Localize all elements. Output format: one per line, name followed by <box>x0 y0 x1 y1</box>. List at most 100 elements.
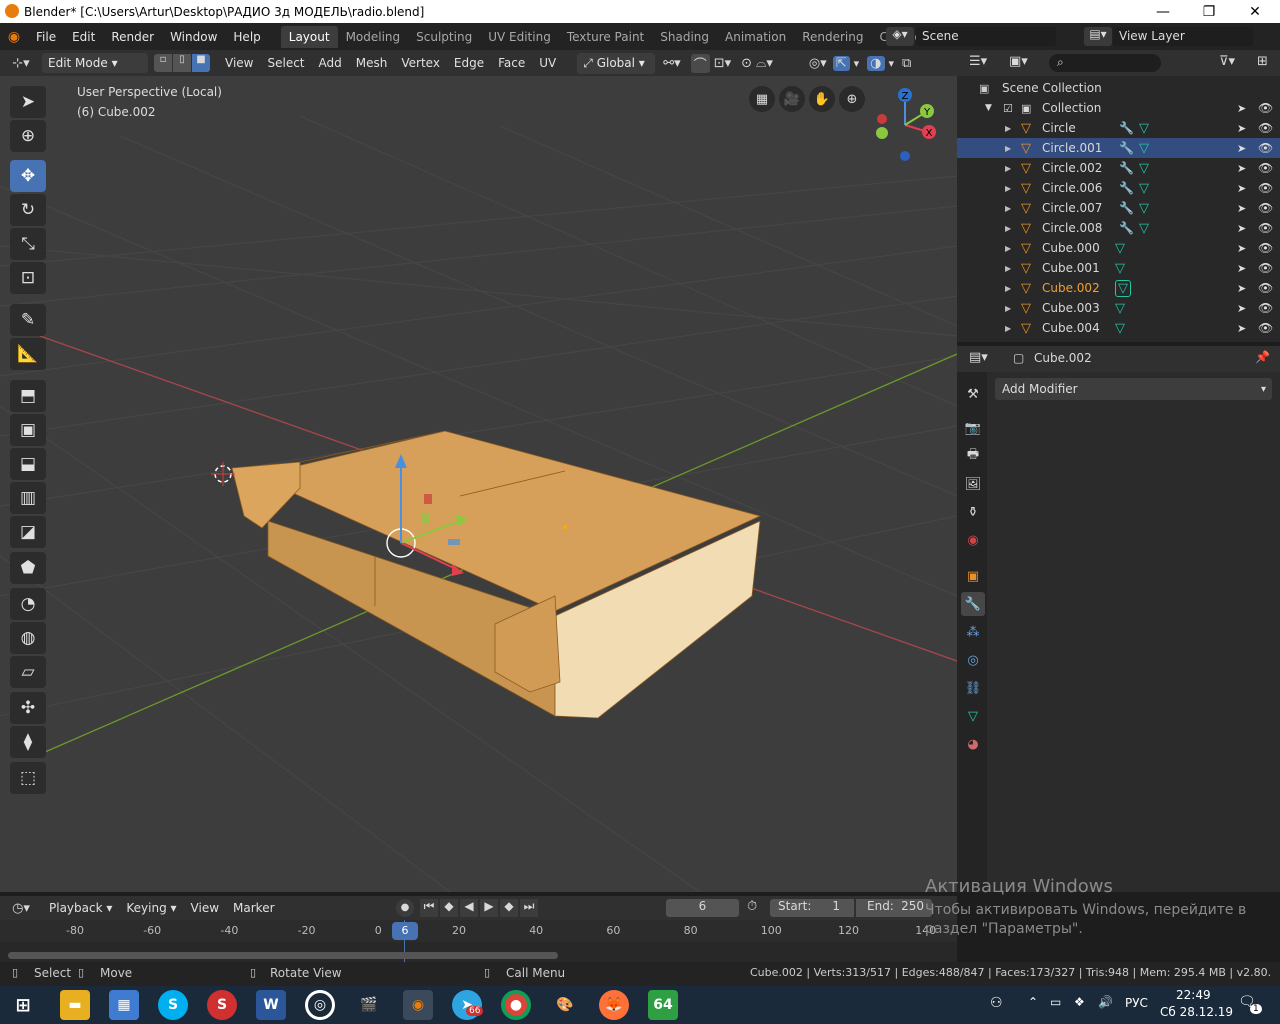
visibility-eye-icon[interactable]: 👁 <box>1258 181 1273 195</box>
mesh-data-icon[interactable]: ▽ <box>1139 141 1149 156</box>
visibility-eye-icon[interactable]: 👁 <box>1258 281 1273 295</box>
menu-marker[interactable]: Marker <box>226 901 281 915</box>
play-icon[interactable]: ▶ <box>480 899 498 917</box>
outliner-item[interactable]: ▶ ▽ Cube.004 ▽ ➤ 👁 <box>957 318 1280 338</box>
menu-help[interactable]: Help <box>225 30 268 44</box>
word-icon[interactable]: W <box>256 990 286 1020</box>
display-mode-icon[interactable]: ▣▾ <box>1009 54 1028 69</box>
blender-taskbar-icon[interactable]: ◉ <box>403 990 433 1020</box>
outliner-scene-collection[interactable]: ▣ Scene Collection <box>957 78 1280 98</box>
restrict-select-icon[interactable]: ➤ <box>1237 242 1246 255</box>
prev-keyframe-icon[interactable]: ◆ <box>440 899 458 917</box>
visibility-eye-icon[interactable]: 👁 <box>1258 141 1273 155</box>
menu-keying[interactable]: Keying ▾ <box>119 901 183 915</box>
constraints-properties-icon[interactable]: ⛓ <box>961 676 985 700</box>
visibility-eye-icon[interactable]: 👁 <box>1258 261 1273 275</box>
menu-select[interactable]: Select <box>260 56 311 70</box>
material-properties-icon[interactable]: ◕ <box>961 732 985 756</box>
view-layer-properties-icon[interactable]: 🖼 <box>961 472 985 496</box>
particles-properties-icon[interactable]: ⁂ <box>961 620 985 644</box>
clock-time[interactable]: 22:49 <box>1176 988 1211 1002</box>
language-indicator[interactable]: РУС <box>1125 996 1148 1010</box>
expand-item-icon[interactable]: ▶ <box>1005 144 1011 153</box>
menu-window[interactable]: Window <box>162 30 225 44</box>
maximize-button[interactable]: ❐ <box>1186 0 1232 23</box>
camera-icon[interactable]: 🎥 <box>779 86 805 112</box>
expand-item-icon[interactable]: ▶ <box>1005 204 1011 213</box>
mesh-data-icon[interactable]: ▽ <box>1115 321 1125 336</box>
timeline-editor-icon[interactable]: ◷▾ <box>0 901 42 916</box>
tab-layout[interactable]: Layout <box>280 25 338 48</box>
render-properties-icon[interactable]: 📷 <box>961 416 985 440</box>
rip-region-tool-icon[interactable]: ⬚ <box>10 762 46 794</box>
menu-render[interactable]: Render <box>103 30 162 44</box>
expand-item-icon[interactable]: ▶ <box>1005 324 1011 333</box>
outliner-collection[interactable]: ▼ ☑ ▣ Collection ➤ 👁 <box>957 98 1280 118</box>
select-box-icon[interactable]: ➤ <box>10 86 46 118</box>
tab-animation[interactable]: Animation <box>717 26 794 48</box>
mesh-data-icon[interactable]: ▽ <box>1115 261 1125 276</box>
tab-modeling[interactable]: Modeling <box>338 26 409 48</box>
firefox-icon[interactable]: 🦊 <box>599 990 629 1020</box>
restrict-select-icon[interactable]: ➤ <box>1237 202 1246 215</box>
outliner-item[interactable]: ▶ ▽ Cube.002 ▽ ➤ 👁 <box>957 278 1280 298</box>
dropbox-icon[interactable]: ❖ <box>1074 995 1085 1009</box>
snap-icon[interactable]: ⌒ <box>690 53 710 73</box>
shear-tool-icon[interactable]: ⧫ <box>10 726 46 758</box>
expand-item-icon[interactable]: ▶ <box>1005 284 1011 293</box>
record-icon[interactable]: ● <box>396 899 414 917</box>
blender-menu-icon[interactable]: ◉ <box>0 29 28 45</box>
expand-item-icon[interactable]: ▶ <box>1005 304 1011 313</box>
calculator-icon[interactable]: ▦ <box>109 990 139 1020</box>
collection-checkbox[interactable]: ☑ <box>1003 102 1013 115</box>
menu-playback[interactable]: Playback ▾ <box>42 901 119 915</box>
people-icon[interactable]: ⚇ <box>990 995 1003 1011</box>
app-circle-icon[interactable]: ◎ <box>305 990 335 1020</box>
expand-item-icon[interactable]: ▶ <box>1005 124 1011 133</box>
mesh-data-icon[interactable]: ▽ <box>1139 221 1149 236</box>
menu-edge[interactable]: Edge <box>447 56 491 70</box>
edge-slide-tool-icon[interactable]: ▱ <box>10 656 46 688</box>
object-properties-icon[interactable]: ▣ <box>961 564 985 588</box>
menu-timeline-view[interactable]: View <box>184 901 226 915</box>
view-layer-field[interactable]: View Layer <box>1113 27 1253 46</box>
inset-tool-icon[interactable]: ▣ <box>10 414 46 446</box>
loop-cut-tool-icon[interactable]: ▥ <box>10 482 46 514</box>
orientation-dropdown[interactable]: ⤢ Global ▾ <box>577 52 656 74</box>
zoom-icon[interactable]: ⊕ <box>839 86 865 112</box>
outliner-item[interactable]: ▶ ▽ Circle 🔧 ▽ ➤ 👁 <box>957 118 1280 138</box>
shrink-fatten-tool-icon[interactable]: ✣ <box>10 692 46 724</box>
app-64-icon[interactable]: 64 <box>648 990 678 1020</box>
restrict-select-icon[interactable]: ➤ <box>1237 102 1246 115</box>
pin-icon[interactable]: 📌 <box>1255 350 1270 364</box>
expand-item-icon[interactable]: ▶ <box>1005 244 1011 253</box>
visibility-eye-icon[interactable]: 👁 <box>1258 241 1273 255</box>
gizmo-icon[interactable]: ⇱ <box>832 55 850 71</box>
proportional-edit-icon[interactable]: ⊙ <box>741 56 752 71</box>
outliner-item[interactable]: ▶ ▽ Circle.001 🔧 ▽ ➤ 👁 <box>957 138 1280 158</box>
cursor-tool-icon[interactable]: ⊕ <box>10 120 46 152</box>
3d-viewport[interactable]: ▦ 🎥 ✋ ⊕ Z X Y <box>0 76 957 892</box>
restrict-select-icon[interactable]: ➤ <box>1237 122 1246 135</box>
visibility-eye-icon[interactable]: 👁 <box>1258 101 1273 115</box>
close-button[interactable]: ✕ <box>1232 0 1278 23</box>
outliner-item[interactable]: ▶ ▽ Circle.002 🔧 ▽ ➤ 👁 <box>957 158 1280 178</box>
visibility-icon[interactable]: ◎▾ <box>809 56 827 71</box>
windows-start-icon[interactable]: ⊞ <box>8 990 38 1020</box>
expand-item-icon[interactable]: ▶ <box>1005 264 1011 273</box>
measure-tool-icon[interactable]: 📐 <box>10 338 46 370</box>
paint-icon[interactable]: 🎨 <box>550 990 580 1020</box>
preview-range-icon[interactable]: ⏱ <box>747 899 757 914</box>
mesh-data-icon[interactable]: ▽ <box>1115 279 1131 297</box>
move-tool-icon[interactable]: ✥ <box>10 160 46 192</box>
next-keyframe-icon[interactable]: ◆ <box>500 899 518 917</box>
scene-properties-icon[interactable]: ⚱ <box>961 500 985 524</box>
tab-shading[interactable]: Shading <box>652 26 717 48</box>
mesh-data-icon[interactable]: ▽ <box>1139 201 1149 216</box>
face-select-icon[interactable]: ■ <box>192 54 210 72</box>
timeline-area[interactable]: 6 -80 -60 -40 -20 0 20 40 60 80 100 120 140 <box>0 920 957 962</box>
tool-properties-icon[interactable]: ⚒ <box>961 382 985 406</box>
gizmo-dropdown-icon[interactable]: ▾ <box>854 57 860 70</box>
transform-tool-icon[interactable]: ⊡ <box>10 262 46 294</box>
ortho-grid-icon[interactable]: ▦ <box>749 86 775 112</box>
